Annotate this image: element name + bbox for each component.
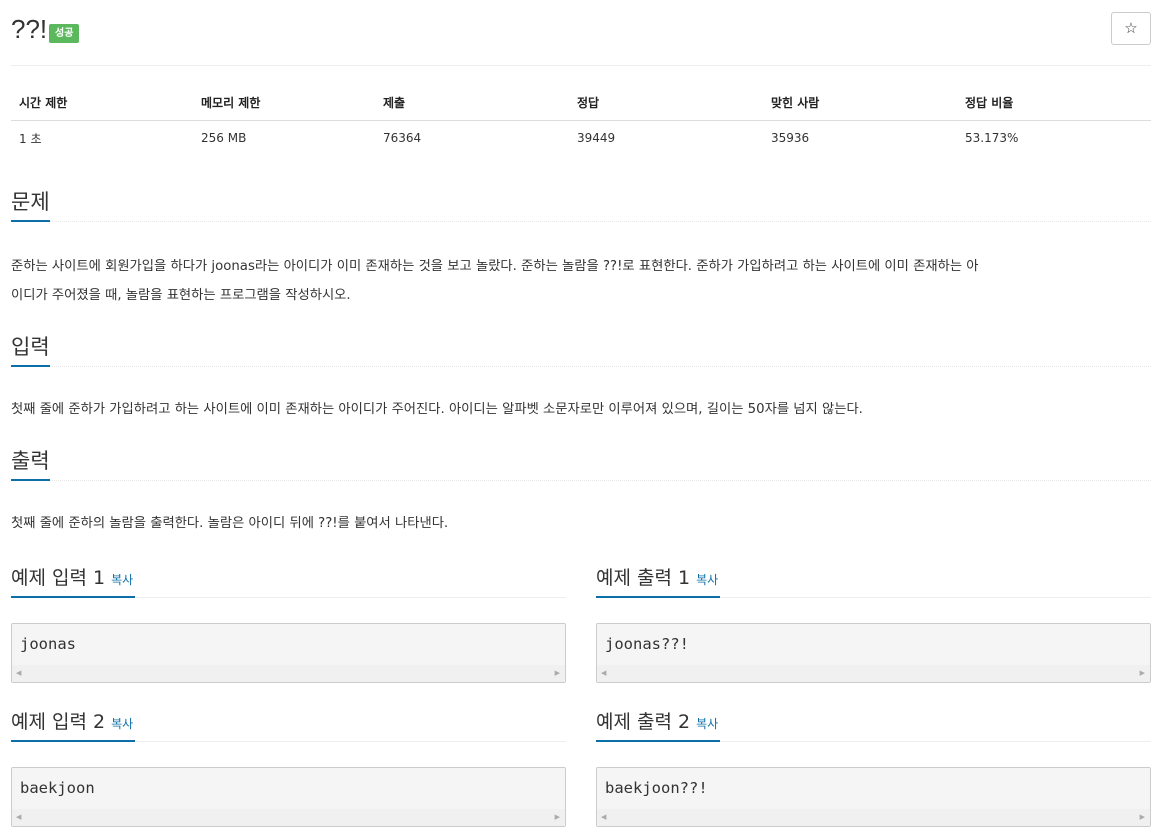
sample-input-1-content[interactable]: joonas [12,624,565,664]
horizontal-scrollbar[interactable]: ◀ ▶ [12,809,565,826]
description-text: 준하는 사이트에 회원가입을 하다가 joonas라는 아이디가 이미 존재하는… [11,252,1151,310]
sample-output-2-title: 예제 출력 2 [596,711,691,733]
horizontal-scrollbar[interactable]: ◀ ▶ [597,809,1150,826]
scroll-right-icon[interactable]: ▶ [1140,669,1145,677]
header-submissions: 제출 [375,86,569,121]
copy-sample-input-1-button[interactable]: 복사 [111,573,133,587]
sample-output-2-box[interactable]: baekjoon??! ◀ ▶ [596,767,1151,827]
value-time-limit: 1 초 [19,131,42,146]
input-text: 첫째 줄에 준하가 가입하려고 하는 사이트에 이미 존재하는 아이디가 주어진… [11,402,863,417]
scroll-left-icon[interactable]: ◀ [16,813,21,821]
sample-input-1-header: 예제 입력 1 복사 [11,566,566,598]
description-line-2: 이디가 주어졌을 때, 놀람을 표현하는 프로그램을 작성하시오. [11,288,351,303]
sample-output-1-title: 예제 출력 1 [596,567,691,589]
scroll-left-icon[interactable]: ◀ [16,669,21,677]
description-section-header: 문제 [11,190,1151,222]
copy-sample-input-2-button[interactable]: 복사 [111,717,133,731]
value-accepted: 39449 [577,131,616,146]
output-section-header: 출력 [11,449,1151,481]
problem-header: ??! 성공 ☆ [11,12,1151,52]
sample-input-1-title: 예제 입력 1 [11,567,106,589]
scroll-right-icon[interactable]: ▶ [555,669,560,677]
value-accept-ratio: 53.173% [965,131,1019,146]
header-time-limit: 시간 제한 [11,86,193,121]
sample-input-2-header: 예제 입력 2 복사 [11,710,566,742]
sample-input-1-box[interactable]: joonas ◀ ▶ [11,623,566,683]
scroll-right-icon[interactable]: ▶ [1140,813,1145,821]
sample-input-2-title: 예제 입력 2 [11,711,106,733]
problem-info-table: 시간 제한 메모리 제한 제출 정답 맞힌 사람 정답 비율 1 초 256 M… [11,86,1151,156]
output-heading: 출력 [11,449,50,481]
scroll-left-icon[interactable]: ◀ [601,669,606,677]
horizontal-scrollbar[interactable]: ◀ ▶ [597,665,1150,682]
value-memory-limit: 256 MB [201,131,247,146]
status-badge: 성공 [49,24,80,43]
value-solved-users: 35936 [771,131,810,146]
sample-input-2-content[interactable]: baekjoon [12,768,565,808]
output-text: 첫째 줄에 준하의 놀람을 출력한다. 놀람은 아이디 뒤에 ??!를 붙여서 … [11,516,449,531]
sample-output-1-content[interactable]: joonas??! [597,624,1150,664]
description-line-1: 준하는 사이트에 회원가입을 하다가 joonas라는 아이디가 이미 존재하는… [11,259,979,274]
header-solved-users: 맞힌 사람 [763,86,957,121]
header-accept-ratio: 정답 비율 [957,86,1151,121]
sample-input-2-box[interactable]: baekjoon ◀ ▶ [11,767,566,827]
header-memory-limit: 메모리 제한 [193,86,375,121]
copy-sample-output-1-button[interactable]: 복사 [696,573,718,587]
sample-output-1-box[interactable]: joonas??! ◀ ▶ [596,623,1151,683]
sample-output-2-header: 예제 출력 2 복사 [596,710,1151,742]
input-heading: 입력 [11,335,50,367]
table-header-row: 시간 제한 메모리 제한 제출 정답 맞힌 사람 정답 비율 [11,86,1151,121]
scroll-left-icon[interactable]: ◀ [601,813,606,821]
scroll-right-icon[interactable]: ▶ [555,813,560,821]
description-heading: 문제 [11,190,50,222]
sample-output-1-header: 예제 출력 1 복사 [596,566,1151,598]
value-submissions: 76364 [383,131,422,146]
favorite-button[interactable]: ☆ [1111,12,1151,45]
sample-output-2-content[interactable]: baekjoon??! [597,768,1150,808]
star-icon: ☆ [1124,19,1138,37]
header-accepted: 정답 [569,86,763,121]
horizontal-scrollbar[interactable]: ◀ ▶ [12,665,565,682]
table-row: 1 초 256 MB 76364 39449 35936 53.173% [11,120,1151,156]
problem-title: ??! [11,14,48,44]
divider [11,65,1151,66]
input-section-header: 입력 [11,335,1151,367]
copy-sample-output-2-button[interactable]: 복사 [696,717,718,731]
